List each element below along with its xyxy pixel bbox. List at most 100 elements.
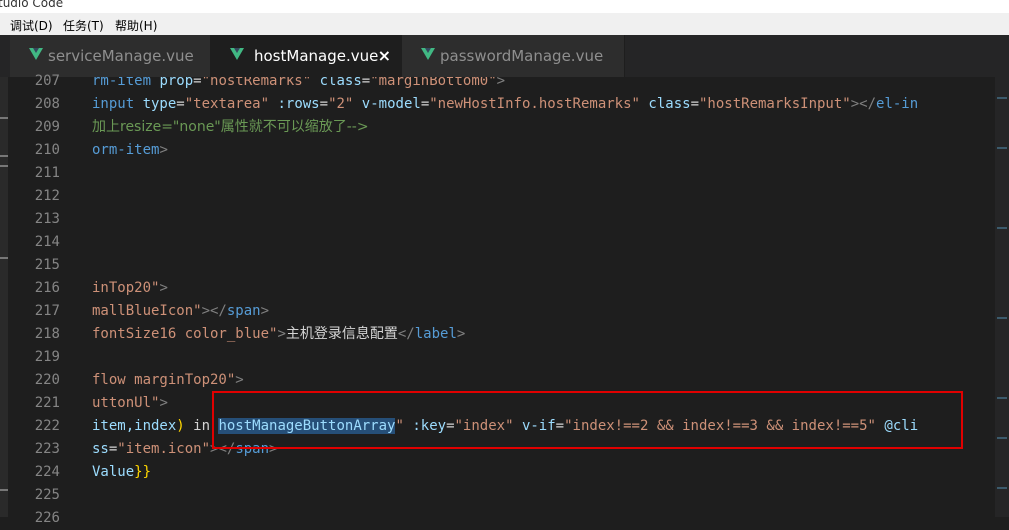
left-panel-edge [0, 77, 8, 517]
line-number: 210 [34, 142, 60, 158]
menu-debug[interactable]: 调试(D) [10, 17, 53, 34]
code-token: > [277, 326, 286, 342]
code-token: "2" [328, 96, 354, 112]
code-token: = [690, 96, 699, 112]
code-line: Value}} [92, 461, 151, 484]
code-token: = [176, 96, 185, 112]
line-number: 212 [34, 188, 60, 204]
menu-tasks[interactable]: 任务(T) [63, 17, 104, 34]
code-line: fontSize16 color_blue">主机登录信息配置</label> [92, 323, 465, 346]
tab-hostmanage[interactable]: hostManage.vue × [211, 35, 402, 77]
code-token: ) [176, 418, 185, 434]
tab-passwordmanage[interactable]: passwordManage.vue [402, 35, 625, 77]
code-token: label [414, 326, 457, 342]
code-token: = [193, 77, 202, 89]
code-line: inTop20"> [92, 277, 168, 300]
window-title: tudio Code [0, 0, 64, 10]
line-number: 215 [34, 257, 60, 273]
line-number: 207 [34, 73, 60, 89]
code-token: = [319, 96, 329, 112]
code-token: "newHostInfo.hostRemarks" [429, 96, 640, 112]
line-number: 221 [34, 395, 60, 411]
code-token: "hostRemarksInput" [699, 96, 851, 112]
code-line: uttonUl"> [92, 392, 168, 415]
line-number: 222 [34, 418, 60, 434]
code-token: class [648, 96, 691, 112]
code-token: class [319, 77, 362, 89]
code-token: ></ [201, 303, 227, 319]
code-token: > [159, 142, 168, 158]
line-number: 213 [34, 211, 60, 227]
code-token: > [260, 303, 270, 319]
code-token: > [496, 77, 506, 89]
menu-bar: 调试(D) 任务(T) 帮助(H) [0, 13, 1009, 35]
code-token: el-in [876, 96, 919, 112]
tab-label: passwordManage.vue [440, 47, 604, 65]
line-number: 224 [34, 464, 60, 480]
code-token: flow marginTop20" [92, 372, 236, 388]
code-token: 主机登录信息配置 [285, 326, 398, 342]
code-token: = [420, 96, 430, 112]
code-token: v-model [361, 96, 421, 112]
code-token: inTop20" [92, 280, 160, 296]
code-token: "marginBottom0" [370, 77, 497, 89]
code-token: 加上resize="none"属性就不可以缩放了--> [92, 119, 369, 135]
line-number: 223 [34, 441, 60, 457]
code-line: flow marginTop20"> [92, 369, 244, 392]
code-token: </ [397, 326, 415, 342]
code-line: rm-item prop="hostRemarks" class="margin… [92, 77, 505, 93]
tab-label: serviceManage.vue [48, 47, 194, 65]
line-number-gutter: 207 208 209 210 211 212 213 214 215 216 217 218 219 2… [8, 73, 68, 526]
code-token: type [142, 96, 177, 112]
code-token: > [159, 395, 168, 411]
line-number: 226 [34, 510, 60, 526]
vue-file-icon [29, 48, 43, 60]
code-token: = [361, 77, 371, 89]
code-token: ></ [850, 96, 877, 112]
code-editor[interactable]: rm-item prop="hostRemarks" class="margin… [92, 77, 1009, 517]
code-line: input type="textarea" :rows="2" v-model=… [92, 93, 918, 116]
code-token: prop [159, 77, 194, 89]
code-token: input [92, 96, 143, 112]
window-titlebar: tudio Code [0, 0, 1009, 13]
code-token: "item.icon" [117, 441, 211, 457]
minimap[interactable] [995, 77, 1009, 517]
line-number: 217 [34, 303, 60, 319]
line-number: 211 [34, 165, 60, 181]
vue-file-icon [230, 48, 244, 60]
code-token: "textarea" [184, 96, 270, 112]
code-token: uttonUl" [92, 395, 160, 411]
code-line: 加上resize="none"属性就不可以缩放了--> [92, 116, 369, 139]
line-number: 216 [34, 280, 60, 296]
line-number: 219 [34, 349, 60, 365]
line-number: 208 [34, 96, 60, 112]
code-token: Value [92, 464, 135, 480]
code-token: rm-item [92, 77, 160, 89]
line-number: 225 [34, 487, 60, 503]
code-line: orm-item> [92, 139, 168, 162]
code-token: orm-item [92, 142, 160, 158]
code-token: "hostRemarks" [201, 77, 312, 89]
code-token: ss [92, 441, 109, 457]
menu-help[interactable]: 帮助(H) [115, 17, 157, 34]
code-token: mallBlueIcon" [92, 303, 202, 319]
close-icon[interactable]: × [378, 46, 391, 65]
line-number: 214 [34, 234, 60, 250]
code-token: item,index [92, 418, 177, 434]
tab-label: hostManage.vue [254, 47, 379, 65]
code-token: > [235, 372, 244, 388]
red-highlight-annotation [212, 391, 963, 449]
code-token: > [456, 326, 466, 342]
code-token: fontSize16 color_blue" [92, 326, 278, 342]
line-number: 209 [34, 119, 60, 135]
vue-file-icon [421, 48, 435, 60]
code-token: :rows [277, 96, 320, 112]
code-line: mallBlueIcon"></span> [92, 300, 269, 323]
code-token: span [226, 303, 261, 319]
line-number: 218 [34, 326, 60, 342]
code-token: > [159, 280, 168, 296]
code-token: }} [134, 464, 152, 480]
line-number: 220 [34, 372, 60, 388]
